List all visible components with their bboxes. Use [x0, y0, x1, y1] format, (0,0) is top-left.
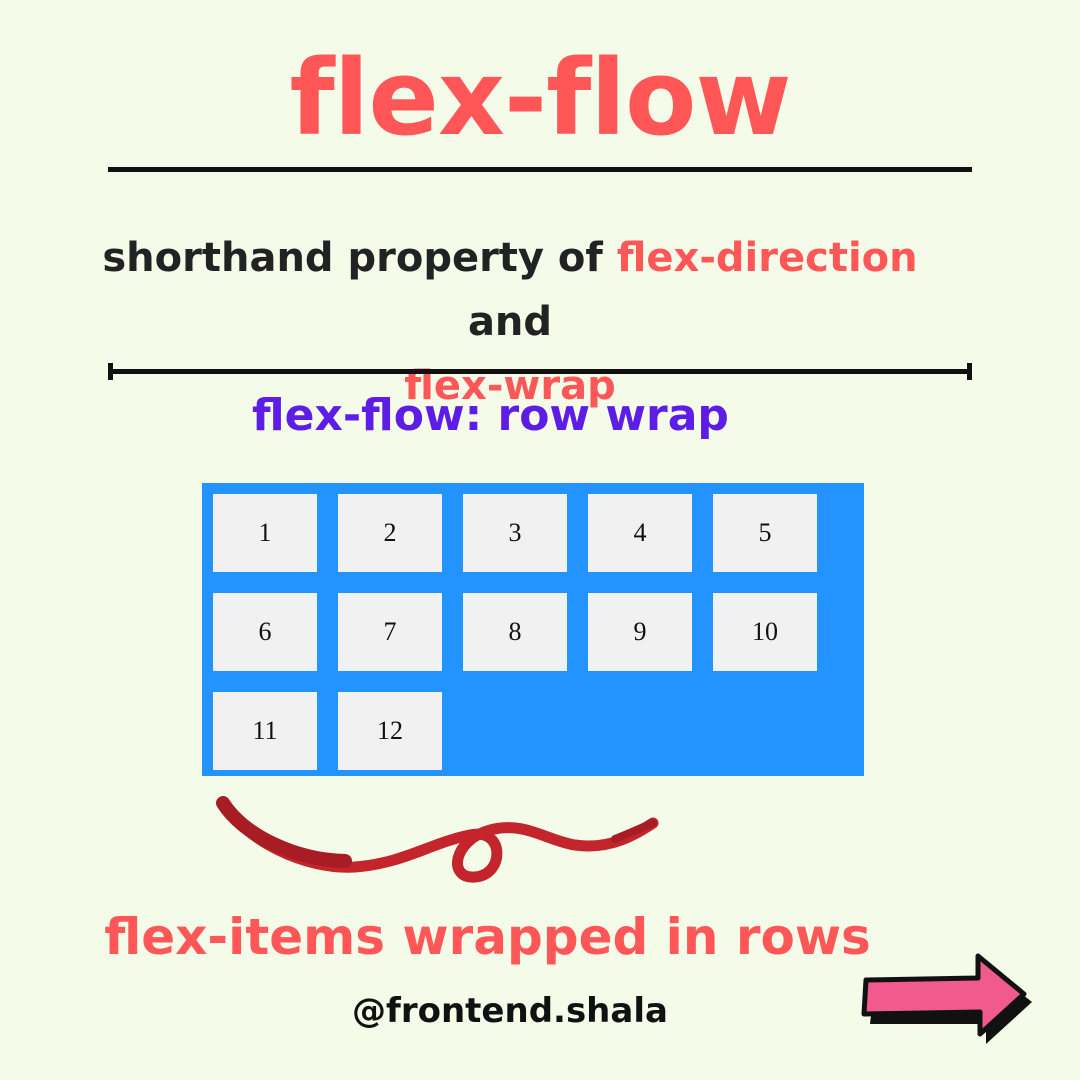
arrow-right-icon[interactable] [860, 950, 1040, 1050]
flex-item: 10 [713, 593, 817, 671]
flex-item: 8 [463, 593, 567, 671]
flex-item: 2 [338, 494, 442, 572]
middle-divider [108, 363, 972, 380]
flex-item: 11 [213, 692, 317, 770]
flex-container-demo: 1 2 3 4 5 6 7 8 9 10 11 12 [202, 483, 864, 776]
flex-item: 6 [213, 593, 317, 671]
caption: flex-items wrapped in rows [104, 908, 871, 966]
page-title: flex-flow [289, 37, 791, 159]
flex-item: 9 [588, 593, 692, 671]
flex-item: 5 [713, 494, 817, 572]
flex-item: 4 [588, 494, 692, 572]
top-divider [108, 167, 972, 172]
divider-right-cap [967, 363, 972, 380]
ribbon-swirl-icon [216, 796, 659, 883]
flex-item: 12 [338, 692, 442, 770]
flex-item: 7 [338, 593, 442, 671]
code-example-label: flex-flow: row wrap [252, 390, 729, 441]
description-text-1: shorthand property of [102, 235, 617, 281]
description-highlight-flex-direction: flex-direction [616, 235, 918, 281]
description-text-2: and [467, 299, 553, 345]
flex-item: 1 [213, 494, 317, 572]
flex-item: 3 [463, 494, 567, 572]
divider-left-cap [108, 363, 113, 380]
